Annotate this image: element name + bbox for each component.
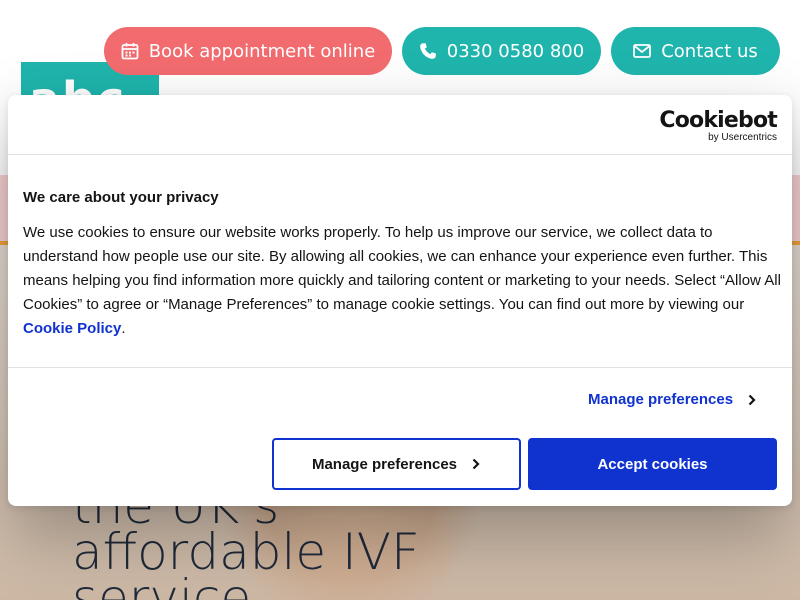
- phone-button[interactable]: 0330 0580 800: [402, 27, 601, 75]
- manage-preferences-button[interactable]: Manage preferences: [272, 438, 521, 490]
- phone-icon: [419, 43, 436, 59]
- manage-preferences-button-label: Manage preferences: [311, 455, 458, 473]
- manage-preferences-link-label: Manage preferences: [588, 391, 734, 408]
- accept-cookies-label: Accept cookies: [597, 455, 708, 473]
- cookie-policy-link[interactable]: Cookie Policy: [23, 320, 121, 337]
- cookie-dialog-body-text: We use cookies to ensure our website wor…: [23, 224, 781, 313]
- calendar-icon: [121, 43, 139, 60]
- cookie-dialog-body: We care about your privacy We use cookie…: [23, 189, 783, 341]
- cookie-dialog-text: We use cookies to ensure our website wor…: [23, 221, 783, 341]
- phone-number-label: 0330 0580 800: [446, 40, 585, 62]
- cookiebot-logo[interactable]: Cookiebot by Usercentrics: [659, 109, 777, 144]
- chevron-right-icon: [748, 394, 756, 405]
- cookie-dialog-header: Cookiebot by Usercentrics: [8, 95, 792, 155]
- cookie-dialog-divider: [8, 367, 792, 368]
- cookie-dialog-title: We care about your privacy: [23, 189, 219, 206]
- book-appointment-label: Book appointment online: [148, 40, 376, 62]
- cookie-consent-dialog: Cookiebot by Usercentrics We care about …: [8, 95, 792, 506]
- book-appointment-button[interactable]: Book appointment online: [104, 27, 392, 75]
- envelope-icon: [633, 44, 652, 58]
- accept-cookies-button[interactable]: Accept cookies: [528, 438, 777, 490]
- cookiebot-wordmark: Cookiebot: [659, 108, 777, 133]
- contact-us-label: Contact us: [661, 40, 758, 62]
- logo-text: abc: [29, 76, 126, 96]
- cookiebot-byline: by Usercentrics: [708, 132, 777, 143]
- chevron-right-icon: [472, 458, 480, 470]
- contact-us-button[interactable]: Contact us: [611, 27, 780, 75]
- cookie-dialog-body-end: .: [121, 320, 126, 337]
- manage-preferences-link[interactable]: Manage preferences: [588, 391, 757, 408]
